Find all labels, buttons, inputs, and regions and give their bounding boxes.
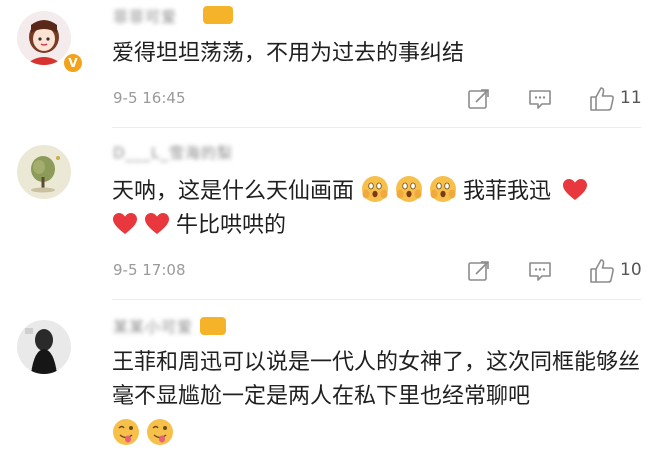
heart-icon xyxy=(563,179,588,200)
scared-emoji-icon xyxy=(362,176,389,202)
avatar[interactable] xyxy=(17,320,71,374)
share-icon xyxy=(468,89,489,109)
reply-button[interactable] xyxy=(527,258,557,284)
like-count: 11 xyxy=(620,88,642,108)
share-button[interactable] xyxy=(466,258,496,284)
heart-icon xyxy=(145,213,169,234)
scared-emoji-icon xyxy=(430,176,457,202)
scared-emoji-icon xyxy=(396,176,423,202)
comment-text: 爱得坦坦荡荡，不用为过去的事纠结 xyxy=(112,41,465,66)
like-button[interactable] xyxy=(588,85,618,111)
share-button[interactable] xyxy=(466,86,496,112)
heart-icon xyxy=(113,213,137,234)
tongue-emoji-icon xyxy=(147,419,173,445)
comment-text-line1: 天呐，这是什么天仙画面 xyxy=(112,179,355,204)
user-badge xyxy=(203,6,233,24)
comment-text-body: 王菲和周迅可以说是一代人的女神了，这次同框能够丝毫不显尴尬一定是两人在私下里也经… xyxy=(112,350,641,409)
comment-text: 天呐，这是什么天仙画面 我菲我迅 牛比哄哄的 xyxy=(112,175,642,243)
username[interactable]: 某某小可爱 xyxy=(113,316,193,338)
comment-icon xyxy=(529,90,551,109)
share-icon xyxy=(468,261,489,281)
username[interactable]: D___L_雪海的梨 xyxy=(113,142,233,164)
avatar[interactable] xyxy=(17,145,71,199)
timestamp: 9-5 17:08 xyxy=(113,261,186,279)
comment-3: 某某小可爱 王菲和周迅可以说是一代人的女神了，这次同框能够丝毫不显尴尬一定是两人… xyxy=(0,300,651,452)
comment-1: V 菲菲可爱 爱得坦坦荡荡，不用为过去的事纠结 9-5 16:45 11 xyxy=(0,0,651,128)
username[interactable]: 菲菲可爱 xyxy=(113,6,177,28)
verified-badge: V xyxy=(62,52,84,74)
comment-text-line2: 牛比哄哄的 xyxy=(176,213,287,238)
comment-2: D___L_雪海的梨 天呐，这是什么天仙画面 我菲我迅 牛比哄哄的 9-5 17… xyxy=(0,128,651,300)
like-button[interactable] xyxy=(588,257,618,283)
thumbs-up-icon xyxy=(590,87,614,111)
comment-text-line1-tail: 我菲我迅 xyxy=(463,179,552,204)
like-count: 10 xyxy=(620,260,642,280)
comment-icon xyxy=(529,262,551,281)
reply-button[interactable] xyxy=(527,86,557,112)
tree-avatar-icon xyxy=(17,145,71,199)
user-badge xyxy=(200,317,226,335)
tongue-emoji-icon xyxy=(113,419,139,445)
thumbs-up-icon xyxy=(590,259,614,283)
comment-text: 王菲和周迅可以说是一代人的女神了，这次同框能够丝毫不显尴尬一定是两人在私下里也经… xyxy=(112,346,642,452)
person-avatar-icon xyxy=(17,320,71,374)
timestamp: 9-5 16:45 xyxy=(113,89,186,107)
